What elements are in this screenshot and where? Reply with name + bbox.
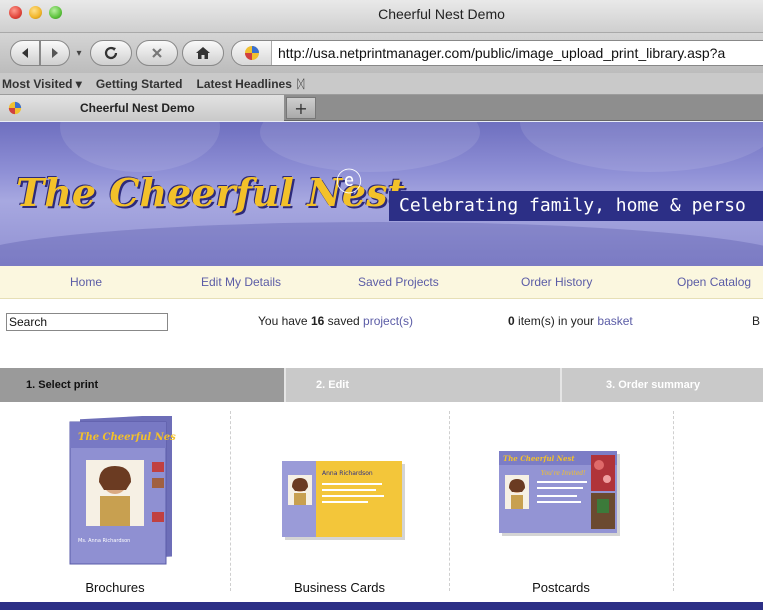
navigation-toolbar: ▾ http://usa.netprintmanager.com/public/…: [0, 33, 763, 73]
product-label-brochures: Brochures: [85, 580, 145, 595]
column-divider: [673, 411, 674, 591]
page-footer-bar: [0, 602, 763, 610]
url-text[interactable]: http://usa.netprintmanager.com/public/im…: [272, 45, 725, 61]
saved-middle-text: saved: [327, 314, 360, 328]
business-card-thumbnail: Anna Richardson: [282, 461, 405, 540]
tab-cheerful-nest[interactable]: Cheerful Nest Demo: [0, 95, 284, 121]
postcard-thumbnail: The Cheerful Nest You're Invited!: [499, 451, 620, 536]
saved-count: 16: [310, 314, 325, 328]
brochure-thumbnail: The Cheerful Nest Ms. Anna Richardson: [69, 416, 176, 565]
basket-count: 0: [508, 314, 515, 328]
title-bar: Cheerful Nest Demo: [0, 0, 763, 33]
product-grid: The Cheerful Nest Ms. Anna Richardson Br…: [0, 411, 763, 601]
bookmark-latest-headlines[interactable]: Latest Headlines ᛞ: [197, 77, 319, 91]
banner-decoration: [520, 122, 763, 172]
search-input[interactable]: [6, 313, 168, 331]
site-tagline: Celebrating family, home & perso: [389, 191, 763, 221]
basket-link[interactable]: basket: [597, 314, 632, 328]
bookmark-getting-started[interactable]: Getting Started: [96, 77, 183, 91]
stop-icon: [152, 48, 162, 58]
banner-decoration: [60, 122, 220, 172]
rss-feed-icon: ᛞ: [297, 76, 305, 91]
order-steps: 1. Select print 2. Edit 3. Order summary: [0, 368, 763, 402]
svg-text:The Cheerful Nest: The Cheerful Nest: [78, 432, 176, 443]
tab-strip: Cheerful Nest Demo +: [0, 95, 763, 121]
tab-favicon-icon: [8, 101, 22, 115]
logo-swirl-icon: ⓔ: [336, 168, 363, 198]
window-title: Cheerful Nest Demo: [378, 6, 505, 22]
step-edit: 2. Edit: [284, 368, 560, 402]
site-banner: The Cheerful Nest ⓔ Celebrating family, …: [0, 122, 763, 266]
forward-button[interactable]: [40, 40, 70, 66]
tab-label: Cheerful Nest Demo: [80, 101, 195, 115]
bookmark-latest-headlines-label: Latest Headlines: [196, 76, 292, 91]
bookmark-most-visited[interactable]: Most Visited ▾: [2, 77, 82, 91]
home-icon: [196, 47, 210, 59]
stop-button[interactable]: [136, 40, 178, 66]
banner-decoration: [260, 122, 480, 172]
back-button[interactable]: [10, 40, 40, 66]
truncated-text: B: [752, 314, 761, 328]
main-navigation: Home Edit My Details Saved Projects Orde…: [0, 266, 763, 299]
browser-window: Cheerful Nest Demo ▾ http://usa.netprint…: [0, 0, 763, 610]
saved-projects-link[interactable]: project(s): [363, 314, 413, 328]
product-label-business-cards: Business Cards: [293, 580, 386, 595]
step-order-summary: 3. Order summary: [560, 368, 763, 402]
svg-text:Anna Richardson: Anna Richardson: [322, 470, 373, 477]
reload-icon: [104, 46, 118, 60]
account-info-bar: You have 16 saved project(s) 0 item(s) i…: [0, 299, 763, 345]
basket-summary: 0 item(s) in your basket: [508, 314, 633, 328]
address-bar[interactable]: http://usa.netprintmanager.com/public/im…: [231, 40, 763, 66]
history-dropdown-icon[interactable]: ▾: [72, 40, 86, 66]
saved-projects-summary: You have 16 saved project(s): [258, 314, 413, 328]
web-page: The Cheerful Nest ⓔ Celebrating family, …: [0, 122, 763, 610]
nav-open-catalog[interactable]: Open Catalog: [677, 275, 751, 289]
new-tab-button[interactable]: +: [286, 97, 316, 119]
forward-arrow-icon: [52, 48, 58, 58]
product-business-cards[interactable]: Anna Richardson Business Cards: [230, 411, 449, 601]
reload-button[interactable]: [90, 40, 132, 66]
product-brochures[interactable]: The Cheerful Nest Ms. Anna Richardson Br…: [0, 411, 230, 601]
banner-decoration: [0, 222, 763, 266]
home-button[interactable]: [182, 40, 224, 66]
site-favicon-icon: [244, 46, 259, 60]
nav-saved-projects[interactable]: Saved Projects: [358, 275, 439, 289]
bookmarks-bar: Most Visited ▾ Getting Started Latest He…: [0, 73, 763, 95]
site-identity-button[interactable]: [232, 41, 272, 65]
product-label-postcards: Postcards: [532, 580, 590, 595]
svg-text:Ms. Anna Richardson: Ms. Anna Richardson: [78, 538, 130, 544]
saved-prefix-text: You have: [258, 314, 308, 328]
nav-edit-my-details[interactable]: Edit My Details: [201, 275, 281, 289]
svg-text:You're Invited!: You're Invited!: [541, 470, 586, 477]
nav-order-history[interactable]: Order History: [521, 275, 592, 289]
step-select-print[interactable]: 1. Select print: [0, 368, 284, 402]
product-postcards[interactable]: The Cheerful Nest You're Invited! Postca…: [449, 411, 673, 601]
svg-text:The Cheerful Nest: The Cheerful Nest: [503, 454, 575, 463]
back-arrow-icon: [22, 48, 28, 58]
basket-text: item(s) in your: [518, 314, 595, 328]
nav-home[interactable]: Home: [70, 275, 102, 289]
